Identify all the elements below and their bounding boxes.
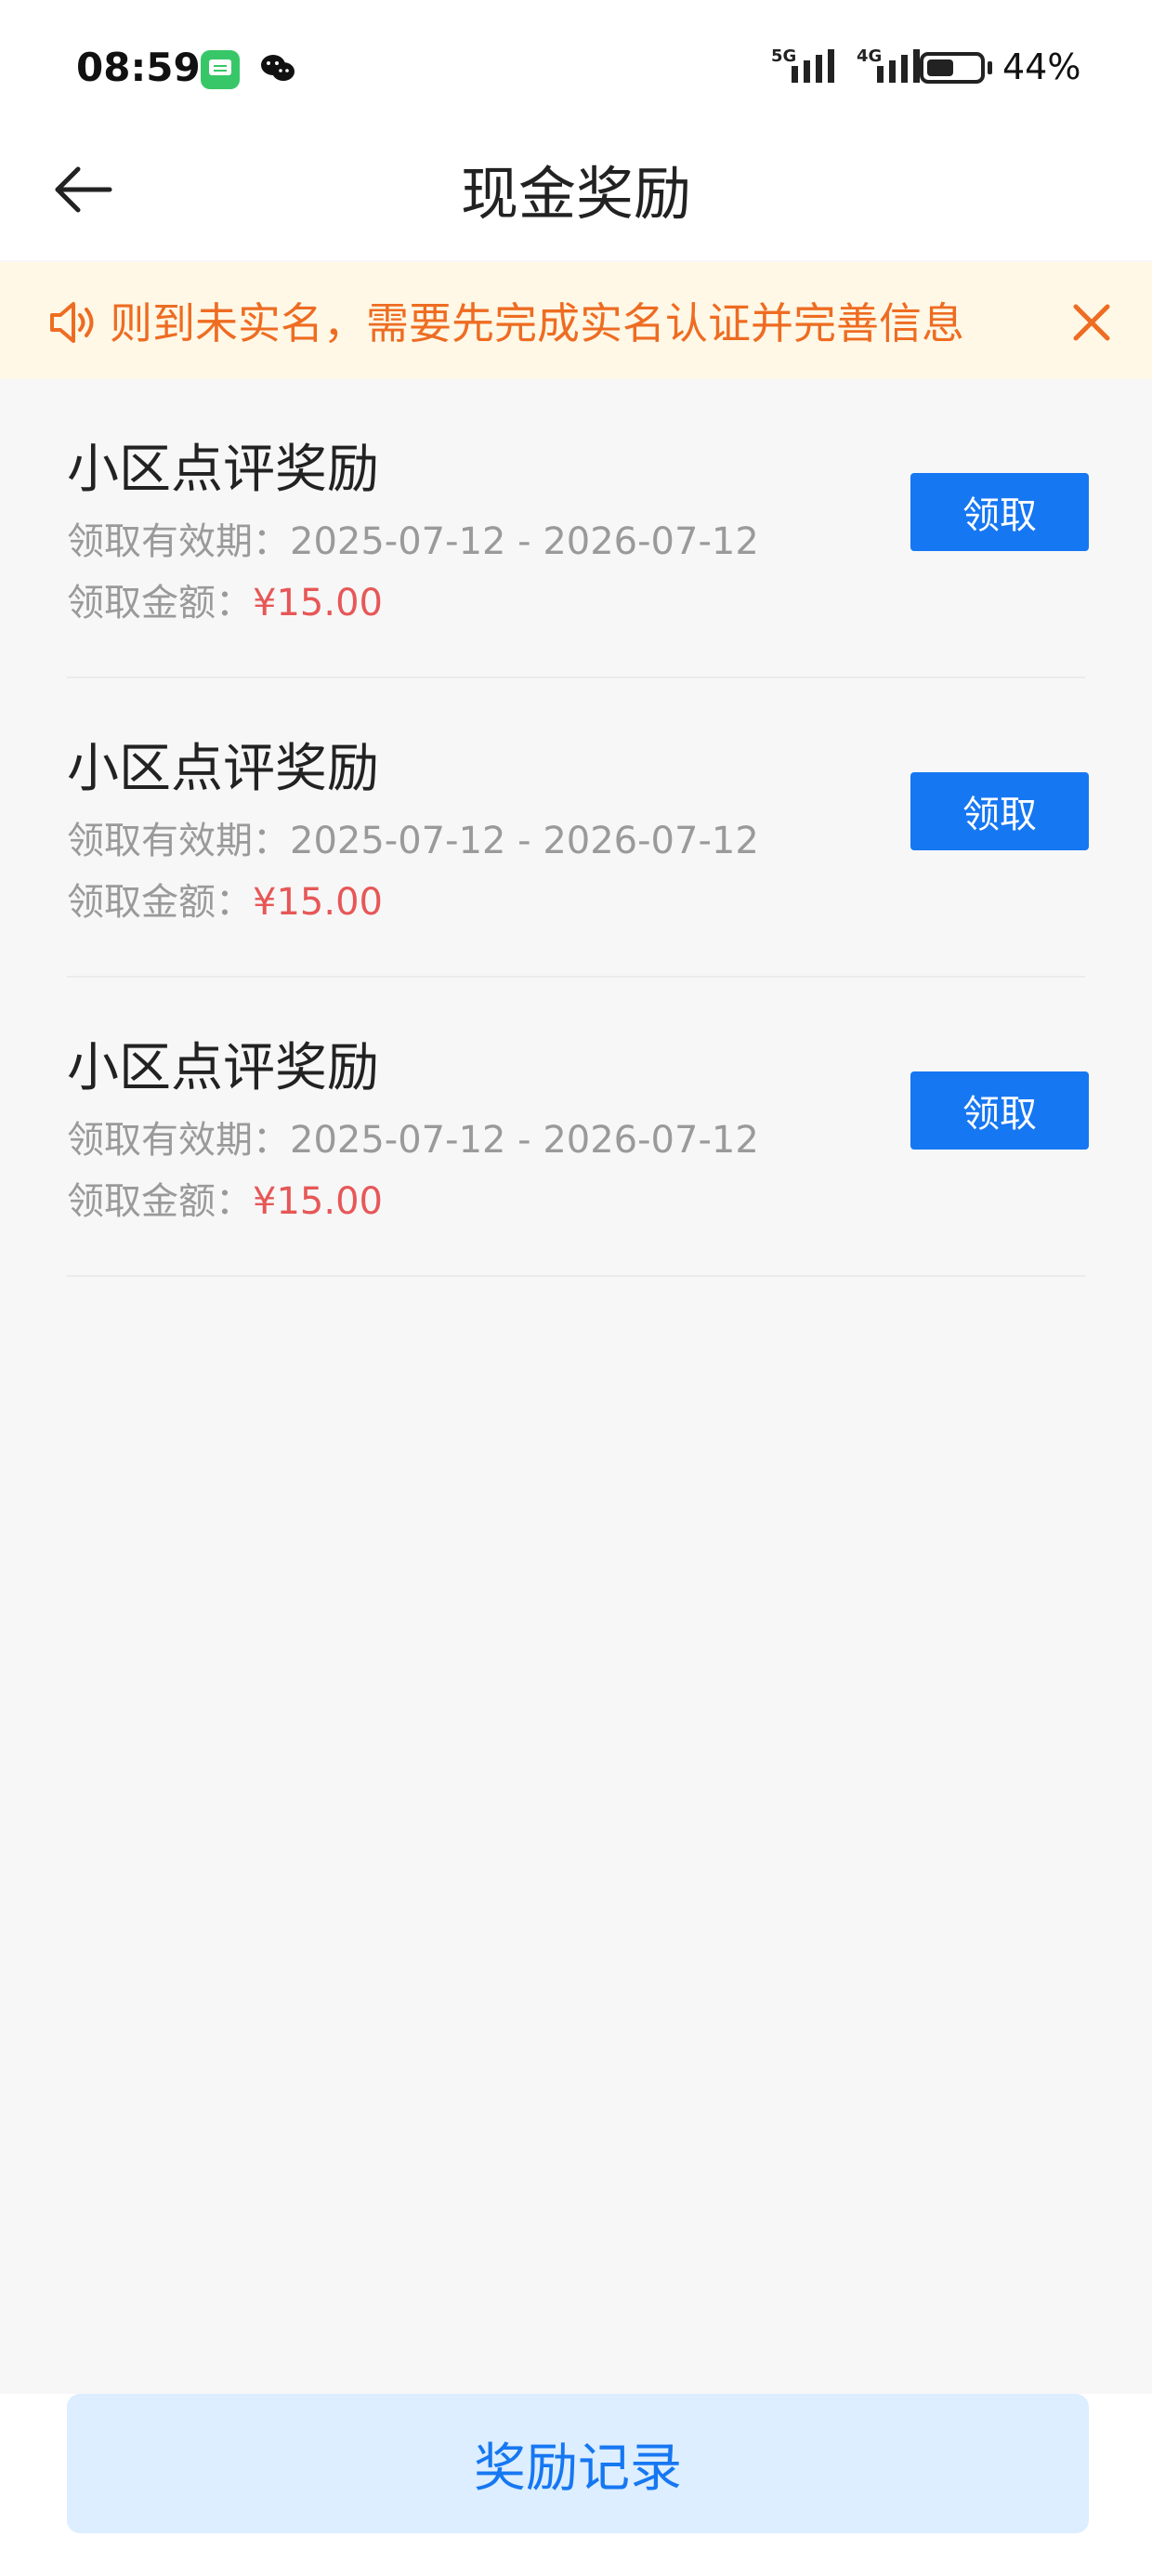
close-icon[interactable]	[1065, 296, 1119, 349]
amount-value: ¥15.00	[253, 582, 383, 624]
signal-bar	[792, 66, 798, 83]
page-header: 现金奖励	[0, 138, 1152, 260]
period-value: 2025-07-12 - 2026-07-12	[290, 1119, 759, 1162]
signal-bar	[828, 49, 834, 83]
reward-records-button[interactable]: 奖励记录	[67, 2394, 1089, 2533]
reward-amount: 领取金额：¥15.00	[67, 572, 383, 626]
period-label: 领取有效期：	[67, 1119, 290, 1162]
reward-list: 小区点评奖励 领取有效期：2025-07-12 - 2026-07-12 领取金…	[0, 379, 1152, 1277]
period-value: 2025-07-12 - 2026-07-12	[290, 820, 759, 862]
signal-bar	[877, 66, 884, 83]
claim-button[interactable]: 领取	[910, 473, 1089, 551]
reward-amount: 领取金额：¥15.00	[67, 1171, 383, 1225]
amount-value: ¥15.00	[253, 881, 383, 924]
reward-item: 小区点评奖励 领取有效期：2025-07-12 - 2026-07-12 领取金…	[0, 379, 1152, 678]
amount-label: 领取金额：	[67, 1180, 253, 1223]
notice-text: 则到未实名，需要先完成实名认证并完善信息	[110, 298, 964, 348]
notice-banner: 则到未实名，需要先完成实名认证并完善信息	[0, 262, 1152, 379]
claim-button[interactable]: 领取	[910, 1071, 1089, 1150]
battery-percent: 44%	[1002, 46, 1081, 87]
network-5g-label: 5G	[771, 46, 797, 66]
status-bar: 08:59 5G 4G 44%	[0, 0, 1152, 138]
signal-bar	[901, 55, 908, 83]
reward-period: 领取有效期：2025-07-12 - 2026-07-12	[67, 810, 759, 864]
battery-icon	[920, 52, 985, 84]
reward-item: 小区点评奖励 领取有效期：2025-07-12 - 2026-07-12 领取金…	[0, 978, 1152, 1277]
amount-label: 领取金额：	[67, 582, 253, 624]
reward-title: 小区点评奖励	[67, 739, 379, 799]
wechat-icon	[261, 55, 295, 81]
divider	[67, 1275, 1085, 1277]
period-label: 领取有效期：	[67, 820, 290, 862]
reward-title: 小区点评奖励	[67, 440, 379, 500]
battery-level	[927, 59, 953, 76]
claim-button[interactable]: 领取	[910, 772, 1089, 850]
period-label: 领取有效期：	[67, 520, 290, 563]
signal-5g-icon: 5G	[767, 45, 849, 86]
signal-bar	[816, 55, 822, 83]
reward-period: 领取有效期：2025-07-12 - 2026-07-12	[67, 511, 759, 565]
reward-title: 小区点评奖励	[67, 1038, 379, 1098]
page-title: 现金奖励	[460, 160, 691, 228]
speaker-icon	[50, 302, 94, 343]
amount-value: ¥15.00	[253, 1180, 383, 1223]
network-4g-label: 4G	[857, 46, 883, 66]
period-value: 2025-07-12 - 2026-07-12	[290, 520, 759, 563]
battery-tip	[988, 61, 992, 74]
messages-app-icon	[201, 50, 240, 89]
signal-bar	[889, 60, 896, 83]
reward-item: 小区点评奖励 领取有效期：2025-07-12 - 2026-07-12 领取金…	[0, 678, 1152, 978]
reward-amount: 领取金额：¥15.00	[67, 872, 383, 926]
signal-bar	[804, 60, 810, 83]
amount-label: 领取金额：	[67, 881, 253, 924]
signal-bar	[913, 49, 920, 83]
reward-period: 领取有效期：2025-07-12 - 2026-07-12	[67, 1110, 759, 1163]
status-time: 08:59	[76, 45, 201, 90]
